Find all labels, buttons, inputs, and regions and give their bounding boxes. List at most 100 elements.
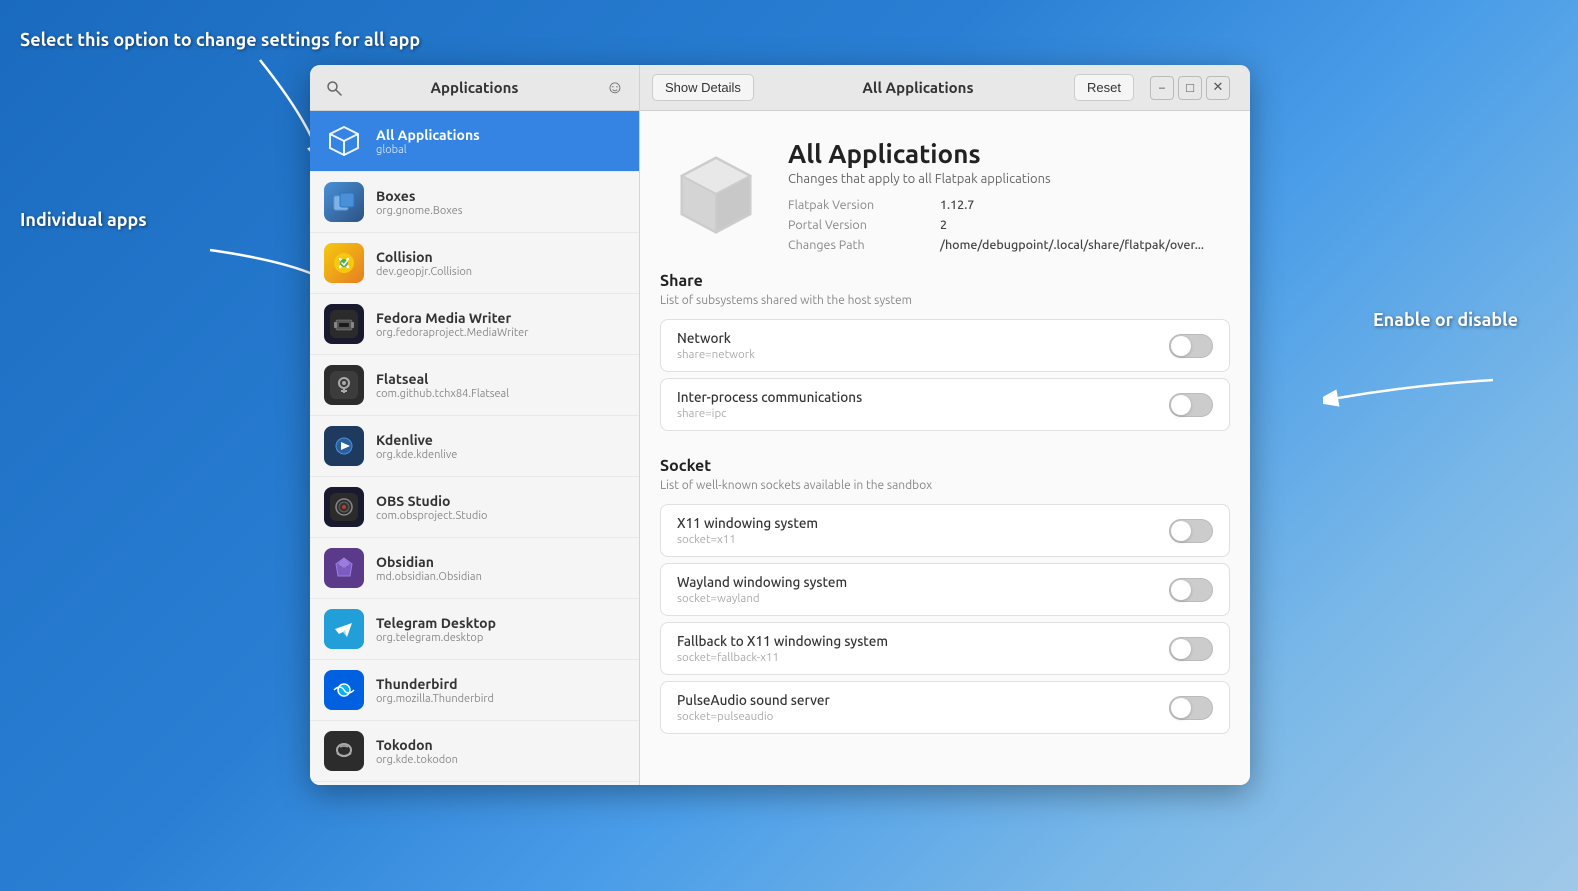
network-info: Network share=network xyxy=(677,330,755,361)
maximize-button[interactable]: □ xyxy=(1178,76,1202,100)
share-section-desc: List of subsystems shared with the host … xyxy=(660,294,1230,307)
boxes-name: Boxes xyxy=(376,188,625,204)
fallback-x11-info: Fallback to X11 windowing system socket=… xyxy=(677,633,888,664)
annotation-right: Enable or disable xyxy=(1373,310,1518,330)
network-name: Network xyxy=(677,330,755,346)
show-details-button[interactable]: Show Details xyxy=(652,74,754,101)
emoji-button[interactable]: ☺ xyxy=(599,72,631,104)
kdenlive-name: Kdenlive xyxy=(376,432,625,448)
kdenlive-icon xyxy=(324,426,364,466)
ipc-id: share=ipc xyxy=(677,407,862,420)
kdenlive-info: Kdenlive org.kde.kdenlive xyxy=(376,432,625,461)
telegram-icon xyxy=(324,609,364,649)
collision-icon xyxy=(324,243,364,283)
obsidian-icon xyxy=(324,548,364,588)
pulseaudio-id: socket=pulseaudio xyxy=(677,710,830,723)
share-section-title: Share xyxy=(660,272,1230,290)
sidebar-item-obs[interactable]: OBS Studio com.obsproject.Studio xyxy=(310,477,639,538)
pulseaudio-setting-row: PulseAudio sound server socket=pulseaudi… xyxy=(660,681,1230,734)
share-section: Share List of subsystems shared with the… xyxy=(640,272,1250,457)
obs-id: com.obsproject.Studio xyxy=(376,510,625,522)
telegram-id: org.telegram.desktop xyxy=(376,632,625,644)
fallback-x11-name: Fallback to X11 windowing system xyxy=(677,633,888,649)
sidebar-item-collision[interactable]: Collision dev.geopjr.Collision xyxy=(310,233,639,294)
socket-section: Socket List of well-known sockets availa… xyxy=(640,457,1250,760)
network-id: share=network xyxy=(677,348,755,361)
wayland-name: Wayland windowing system xyxy=(677,574,847,590)
section-title: All Applications xyxy=(762,79,1074,96)
sidebar-item-all-applications[interactable]: All Applications global xyxy=(310,111,639,172)
telegram-name: Telegram Desktop xyxy=(376,615,625,631)
x11-name: X11 windowing system xyxy=(677,515,818,531)
fallback-x11-toggle[interactable] xyxy=(1169,637,1213,661)
ipc-setting-row: Inter-process communications share=ipc xyxy=(660,378,1230,431)
wayland-toggle[interactable] xyxy=(1169,578,1213,602)
telegram-info: Telegram Desktop org.telegram.desktop xyxy=(376,615,625,644)
all-applications-name: All Applications xyxy=(376,127,625,143)
tokodon-info: Tokodon org.kde.tokodon xyxy=(376,737,625,766)
x11-info: X11 windowing system socket=x11 xyxy=(677,515,818,546)
obs-icon xyxy=(324,487,364,527)
wayland-setting-row: Wayland windowing system socket=wayland xyxy=(660,563,1230,616)
app-title: Applications xyxy=(350,79,599,96)
window-controls: − □ ✕ xyxy=(1142,76,1238,100)
boxes-info: Boxes org.gnome.Boxes xyxy=(376,188,625,217)
app-detail-subtitle: Changes that apply to all Flatpak applic… xyxy=(788,172,1204,186)
portal-version-label: Portal Version xyxy=(788,218,928,232)
all-applications-icon xyxy=(324,121,364,161)
search-icon[interactable] xyxy=(318,72,350,104)
close-button[interactable]: ✕ xyxy=(1206,76,1230,100)
obsidian-id: md.obsidian.Obsidian xyxy=(376,571,625,583)
socket-section-desc: List of well-known sockets available in … xyxy=(660,479,1230,492)
pulseaudio-toggle[interactable] xyxy=(1169,696,1213,720)
ipc-info: Inter-process communications share=ipc xyxy=(677,389,862,420)
fedora-name: Fedora Media Writer xyxy=(376,310,625,326)
sidebar-item-telegram[interactable]: Telegram Desktop org.telegram.desktop xyxy=(310,599,639,660)
flatseal-info: Flatseal com.github.tchx84.Flatseal xyxy=(376,371,625,400)
tokodon-id: org.kde.tokodon xyxy=(376,754,625,766)
content-area: All Applications global Boxes org.gnome.… xyxy=(310,111,1250,785)
tokodon-icon xyxy=(324,731,364,771)
changes-path-value: /home/debugpoint/.local/share/flatpak/ov… xyxy=(940,238,1204,252)
obsidian-info: Obsidian md.obsidian.Obsidian xyxy=(376,554,625,583)
sidebar-item-fedora[interactable]: Fedora Media Writer org.fedoraproject.Me… xyxy=(310,294,639,355)
network-toggle[interactable] xyxy=(1169,334,1213,358)
sidebar-item-flatseal[interactable]: Flatseal com.github.tchx84.Flatseal xyxy=(310,355,639,416)
obsidian-name: Obsidian xyxy=(376,554,625,570)
annotation-mid: Individual apps xyxy=(20,210,147,230)
obs-name: OBS Studio xyxy=(376,493,625,509)
flatseal-name: Flatseal xyxy=(376,371,625,387)
reset-button[interactable]: Reset xyxy=(1074,74,1134,101)
sidebar-item-boxes[interactable]: Boxes org.gnome.Boxes xyxy=(310,172,639,233)
flatseal-icon xyxy=(324,365,364,405)
ipc-toggle[interactable] xyxy=(1169,393,1213,417)
pulseaudio-name: PulseAudio sound server xyxy=(677,692,830,708)
sidebar-item-kdenlive[interactable]: Kdenlive org.kde.kdenlive xyxy=(310,416,639,477)
network-setting-row: Network share=network xyxy=(660,319,1230,372)
boxes-id: org.gnome.Boxes xyxy=(376,205,625,217)
tokodon-name: Tokodon xyxy=(376,737,625,753)
thunderbird-info: Thunderbird org.mozilla.Thunderbird xyxy=(376,676,625,705)
boxes-icon xyxy=(324,182,364,222)
fedora-info: Fedora Media Writer org.fedoraproject.Me… xyxy=(376,310,625,339)
x11-setting-row: X11 windowing system socket=x11 xyxy=(660,504,1230,557)
all-applications-info: All Applications global xyxy=(376,127,625,156)
wayland-id: socket=wayland xyxy=(677,592,847,605)
titlebar: Applications ☺ Show Details All Applicat… xyxy=(310,65,1250,111)
x11-id: socket=x11 xyxy=(677,533,818,546)
fallback-x11-id: socket=fallback-x11 xyxy=(677,651,888,664)
all-applications-id: global xyxy=(376,144,625,156)
changes-path-label: Changes Path xyxy=(788,238,928,252)
app-detail-icon xyxy=(668,148,764,244)
ipc-name: Inter-process communications xyxy=(677,389,862,405)
minimize-button[interactable]: − xyxy=(1150,76,1174,100)
sidebar-item-thunderbird[interactable]: Thunderbird org.mozilla.Thunderbird xyxy=(310,660,639,721)
obs-info: OBS Studio com.obsproject.Studio xyxy=(376,493,625,522)
fedora-icon xyxy=(324,304,364,344)
sidebar-item-tokodon[interactable]: Tokodon org.kde.tokodon xyxy=(310,721,639,782)
fedora-id: org.fedoraproject.MediaWriter xyxy=(376,327,625,339)
sidebar-item-obsidian[interactable]: Obsidian md.obsidian.Obsidian xyxy=(310,538,639,599)
wayland-info: Wayland windowing system socket=wayland xyxy=(677,574,847,605)
x11-toggle[interactable] xyxy=(1169,519,1213,543)
thunderbird-name: Thunderbird xyxy=(376,676,625,692)
